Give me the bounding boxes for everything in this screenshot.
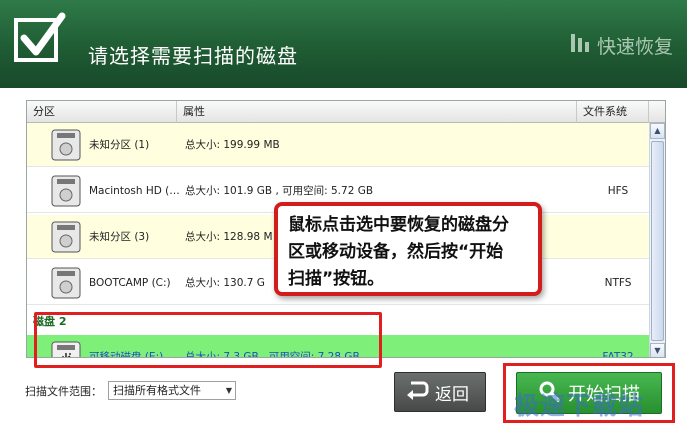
- back-button-label: 返回: [435, 384, 469, 405]
- brand: 快速恢复: [569, 32, 673, 59]
- partition-attributes: 总大小: 128.98 M: [185, 231, 273, 243]
- callout-line: 区或移动设备，然后按“开始: [288, 242, 504, 262]
- dropdown-arrow-icon: ▼: [225, 386, 232, 395]
- partition-name: BOOTCAMP (C:): [89, 277, 171, 289]
- hard-disk-icon: [51, 267, 81, 299]
- instruction-callout: 鼠标点击选中要恢复的磁盘分 区或移动设备，然后按“开始 扫描”按钮。: [274, 202, 542, 296]
- return-arrow-icon: [405, 379, 429, 406]
- hard-disk-icon: [51, 175, 81, 207]
- partition-filesystem: NTFS: [604, 277, 632, 289]
- recovery-logo-icon: [569, 32, 591, 59]
- table-row[interactable]: 未知分区 (1) 总大小: 199.99 MB: [27, 123, 649, 167]
- selection-highlight-box: [34, 312, 382, 368]
- back-button[interactable]: 返回: [394, 372, 486, 412]
- scan-range-label: 扫描文件范围：: [25, 385, 102, 398]
- partition-name: 未知分区 (1): [89, 139, 150, 151]
- scroll-down-icon[interactable]: ▼: [650, 343, 665, 357]
- partition-attributes: 总大小: 199.99 MB: [185, 139, 280, 151]
- partition-name: Macintosh HD (…: [89, 185, 180, 197]
- callout-line: 扫描”按钮。: [288, 269, 385, 289]
- scrollbar-thumb[interactable]: [651, 141, 664, 341]
- page-title: 请选择需要扫描的磁盘: [88, 44, 298, 68]
- checkmark-box-icon: [12, 10, 66, 66]
- partition-name: 未知分区 (3): [89, 231, 150, 243]
- vertical-scrollbar[interactable]: ▲ ▼: [649, 123, 665, 357]
- table-header: 分区 属性 文件系统: [27, 101, 665, 123]
- column-header-partition[interactable]: 分区: [27, 101, 177, 123]
- header-bar: 请选择需要扫描的磁盘 快速恢复: [0, 0, 687, 88]
- column-header-attributes[interactable]: 属性: [177, 101, 577, 123]
- scan-range-select[interactable]: 扫描所有格式文件 ▼: [108, 381, 236, 400]
- hard-disk-icon: [51, 221, 81, 253]
- partition-attributes: 总大小: 130.7 G: [185, 277, 265, 289]
- column-header-filesystem[interactable]: 文件系统: [577, 101, 649, 123]
- hard-disk-icon: [51, 129, 81, 161]
- watermark: 极速下载站: [514, 391, 645, 420]
- brand-name: 快速恢复: [596, 36, 673, 58]
- partition-filesystem: HFS: [607, 185, 629, 197]
- scroll-up-icon[interactable]: ▲: [650, 123, 665, 139]
- scan-range-value: 扫描所有格式文件: [113, 384, 201, 397]
- partition-filesystem: FAT32: [602, 351, 634, 358]
- callout-line: 鼠标点击选中要恢复的磁盘分: [288, 215, 509, 235]
